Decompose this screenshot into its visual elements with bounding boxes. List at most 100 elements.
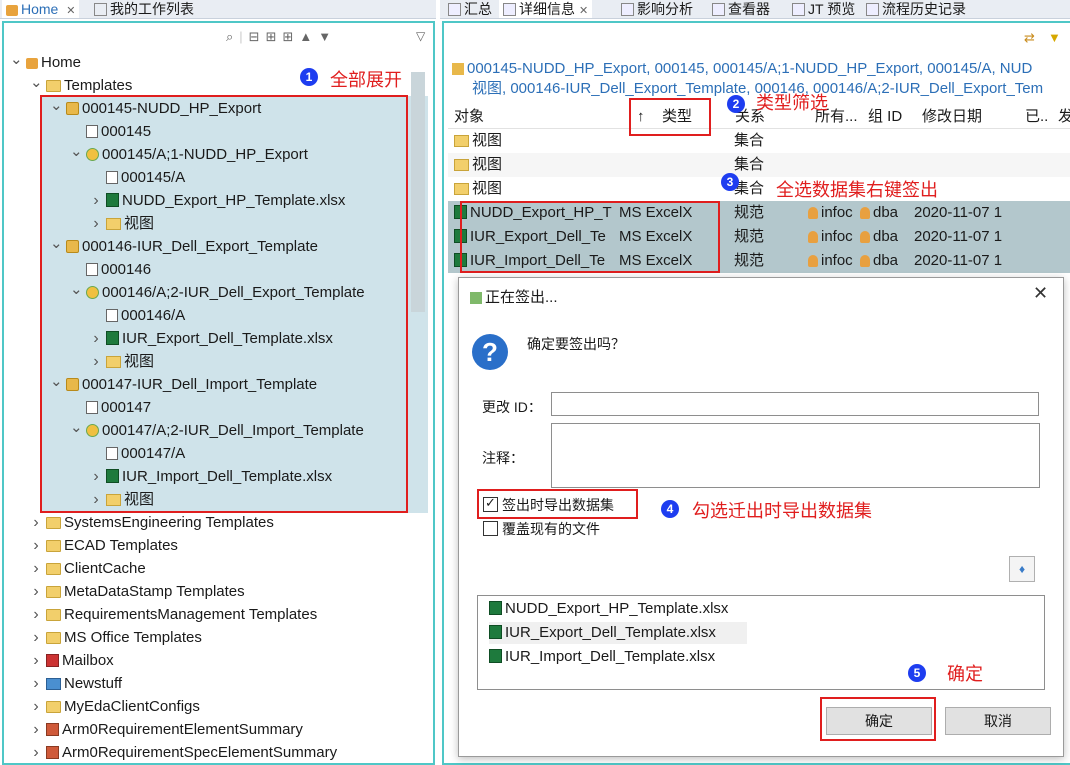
impact-icon	[621, 3, 634, 16]
tab-details[interactable]: 详细信息 ✕	[499, 0, 593, 18]
down-arrow-icon[interactable]: ▼	[318, 29, 337, 44]
tree-node[interactable]: MS Office Templates	[46, 626, 202, 649]
tree-node[interactable]: ClientCache	[46, 557, 146, 580]
chevron-right-icon[interactable]: ›	[30, 741, 42, 764]
tree-node-label: ClientCache	[64, 560, 146, 577]
cell-group	[860, 153, 914, 177]
tab-jt-preview[interactable]: JT 预览	[788, 0, 859, 18]
cell-owner	[808, 129, 860, 153]
cancel-button[interactable]: 取消	[945, 707, 1051, 735]
annotation-number-5: 5	[908, 664, 926, 682]
chevron-right-icon[interactable]: ›	[30, 580, 42, 603]
tab-summary[interactable]: 汇总	[444, 0, 496, 18]
collapse-all-icon[interactable]: ⊟	[249, 29, 266, 44]
table-row[interactable]: 视图 集合	[448, 153, 1070, 177]
column-header[interactable]: 修改日期	[922, 106, 1022, 128]
cell-owner: infoc	[808, 249, 860, 273]
chevron-right-icon[interactable]: ›	[30, 534, 42, 557]
excel-icon	[489, 601, 502, 615]
tab-viewer[interactable]: 查看器	[708, 0, 774, 18]
tree-node[interactable]: Arm0RequirementSpecElementSummary	[46, 741, 337, 764]
close-icon[interactable]: ✕	[66, 5, 75, 17]
tree-node-label: MS Office Templates	[64, 629, 202, 646]
tree-node-label: Arm0RequirementElementSummary	[62, 721, 303, 738]
folder-icon	[46, 517, 61, 529]
options-icon[interactable]: ♦	[1009, 556, 1035, 582]
tree-node[interactable]: Home	[26, 51, 81, 74]
tree-node[interactable]: ECAD Templates	[46, 534, 178, 557]
annotation-text-1: 全部展开	[330, 70, 402, 91]
tree-node[interactable]: Arm0RequirementElementSummary	[46, 718, 303, 741]
cell-date: 2020-11-07 1	[914, 204, 1003, 221]
tab-process-history[interactable]: 流程历史记录	[862, 0, 970, 18]
tab-impact-analysis[interactable]: 影响分析	[617, 0, 697, 18]
home-icon	[6, 5, 18, 16]
overwrite-files-label[interactable]: 覆盖现有的文件	[502, 519, 600, 539]
comment-textarea[interactable]	[551, 423, 1040, 488]
file-list-item[interactable]: NUDD_Export_HP_Template.xlsx	[489, 598, 747, 620]
chevron-right-icon[interactable]: ›	[30, 626, 42, 649]
chevron-right-icon[interactable]: ›	[30, 511, 42, 534]
table-row[interactable]: 视图 集合	[448, 129, 1070, 153]
column-header[interactable]: 对象	[454, 106, 624, 128]
tab-my-worklist[interactable]: 我的工作列表	[90, 0, 198, 18]
sync-icon[interactable]: ⇄	[1024, 30, 1035, 46]
chevron-right-icon[interactable]: ›	[30, 718, 42, 741]
tree-node[interactable]: Newstuff	[46, 672, 122, 695]
annotation-box-3	[460, 201, 720, 273]
chevron-down-icon[interactable]: ⌄	[30, 74, 43, 97]
file-list-item[interactable]: IUR_Import_Dell_Template.xlsx	[489, 646, 747, 668]
view-menu-icon[interactable]: ▽	[416, 29, 425, 43]
viewer-icon	[712, 3, 725, 16]
tree-node[interactable]: Templates	[46, 74, 132, 97]
worklist-icon	[94, 3, 107, 16]
user-icon	[808, 231, 818, 243]
file-list-item[interactable]: IUR_Export_Dell_Template.xlsx	[489, 622, 747, 644]
annotation-text-2: 类型筛选	[756, 93, 828, 114]
folder-icon	[46, 609, 61, 621]
checkout-icon	[470, 292, 482, 304]
chevron-right-icon[interactable]: ›	[30, 672, 42, 695]
details-icon	[503, 3, 516, 16]
tree-node-label: ECAD Templates	[64, 537, 178, 554]
expand-icon[interactable]: ⊞	[266, 29, 283, 44]
table-icon	[46, 746, 59, 759]
tree-node[interactable]: Mailbox	[46, 649, 114, 672]
column-header[interactable]: 发	[1058, 106, 1070, 128]
tree-node[interactable]: SystemsEngineering Templates	[46, 511, 274, 534]
cell-owner: infoc	[808, 201, 860, 225]
overwrite-files-checkbox[interactable]	[483, 521, 498, 536]
group-icon	[860, 207, 870, 219]
cell-relation: 集合	[734, 156, 765, 173]
cell-relation: 规范	[734, 204, 765, 221]
tab-home[interactable]: Home ✕	[2, 0, 80, 18]
chevron-right-icon[interactable]: ›	[30, 603, 42, 626]
tree-node[interactable]: MetaDataStamp Templates	[46, 580, 245, 603]
chevron-down-icon[interactable]: ⌄	[10, 51, 23, 74]
left-tab-bar: Home ✕ 我的工作列表	[0, 0, 436, 19]
table-row[interactable]: 视图 集合	[448, 177, 1070, 201]
chevron-right-icon[interactable]: ›	[30, 557, 42, 580]
tree-node[interactable]: MyEdaClientConfigs	[46, 695, 200, 718]
column-header[interactable]: 组 ID	[868, 106, 918, 128]
close-icon[interactable]: ✕	[579, 5, 588, 17]
expand-all-icon[interactable]: ⊞	[282, 29, 299, 44]
tree-node[interactable]: RequirementsManagement Templates	[46, 603, 317, 626]
dialog-close-icon[interactable]: ✕	[1033, 283, 1048, 304]
change-id-input[interactable]	[551, 392, 1039, 416]
annotation-text-3: 全选数据集右键签出	[776, 180, 938, 201]
chevron-right-icon[interactable]: ›	[30, 649, 42, 672]
chevron-right-icon[interactable]: ›	[30, 695, 42, 718]
up-arrow-icon[interactable]: ▲	[299, 29, 318, 44]
tree-node-label: Templates	[64, 77, 133, 94]
filter-icon[interactable]: ▼	[1048, 30, 1061, 45]
tree-scrollbar[interactable]	[411, 72, 425, 312]
summary-icon	[448, 3, 461, 16]
cell-group: dba	[860, 249, 914, 273]
view-folder-icon	[454, 135, 469, 147]
search-icon[interactable]: ⌕	[226, 29, 239, 44]
annotation-text-4: 勾选迁出时导出数据集	[692, 501, 872, 522]
cell-type	[619, 177, 731, 201]
tree-node-label: Arm0RequirementSpecElementSummary	[62, 744, 338, 761]
column-header[interactable]: 已..	[1025, 106, 1055, 128]
